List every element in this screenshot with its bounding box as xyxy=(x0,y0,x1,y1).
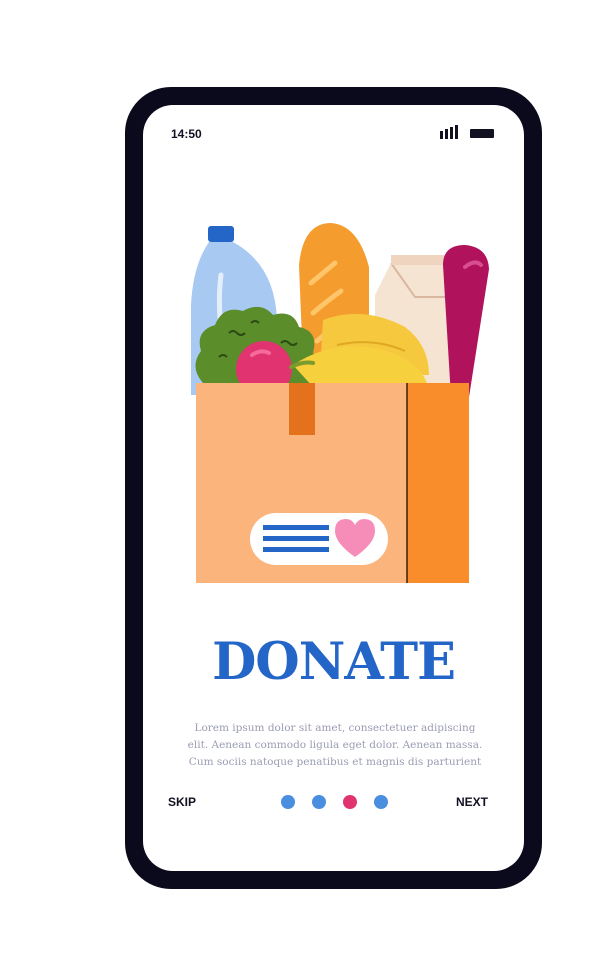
page-indicator xyxy=(281,795,391,809)
description-line: Cum sociis natoque penatibus et magnis d… xyxy=(188,756,482,768)
page-dot-1[interactable] xyxy=(281,795,295,809)
onboarding-description: Lorem ipsum dolor sit amet, consectetuer… xyxy=(179,720,491,771)
next-button[interactable]: NEXT xyxy=(456,795,488,809)
page-dot-4[interactable] xyxy=(374,795,388,809)
description-line: Lorem ipsum dolor sit amet, consectetuer… xyxy=(194,722,476,734)
phone-frame: 14:50 DONATE Lorem ipsum dolor sit amet,… xyxy=(125,87,542,889)
page-dot-2[interactable] xyxy=(312,795,326,809)
skip-button[interactable]: SKIP xyxy=(168,795,196,809)
salami-icon xyxy=(443,245,489,397)
onboarding-title: DONATE xyxy=(212,632,456,692)
page-dot-3[interactable] xyxy=(343,795,357,809)
onboarding-screen: 14:50 DONATE Lorem ipsum dolor sit amet,… xyxy=(143,105,524,871)
description-line: elit. Aenean commodo ligula eget dolor. … xyxy=(187,739,483,751)
food-donation-box-illustration xyxy=(191,223,489,583)
cardboard-box-icon xyxy=(196,383,469,583)
